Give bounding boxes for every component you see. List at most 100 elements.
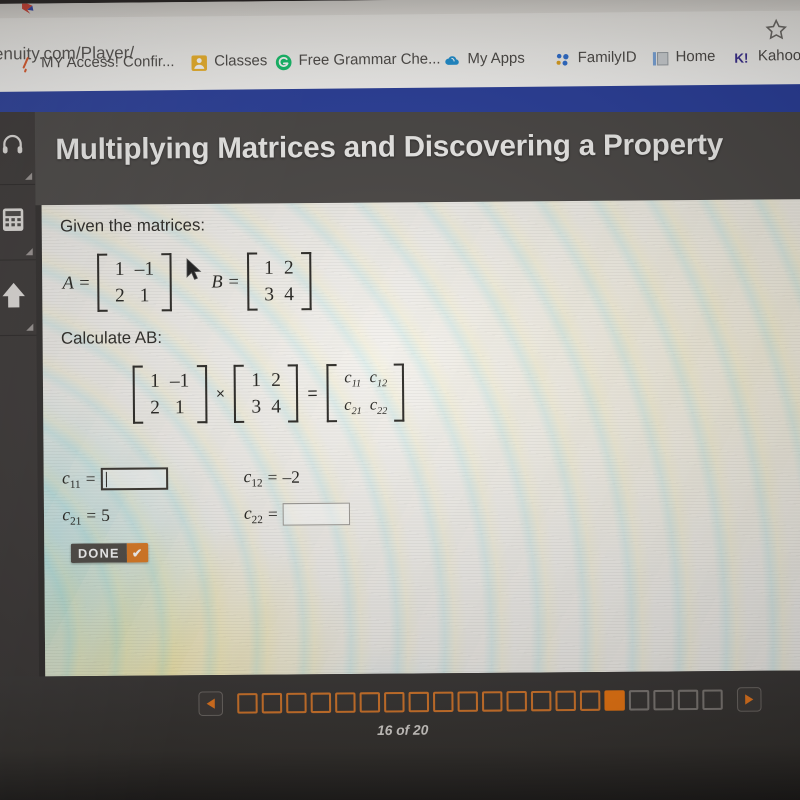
bookmarks-bar: gin MY Access! Confir... Classes Free Gr…: [0, 41, 800, 84]
next-page-button[interactable]: [736, 687, 762, 712]
eq-left-cell-22: 1: [174, 396, 185, 418]
browser-chrome: genuity.com/Player/ gin MY Access! Confi…: [0, 0, 800, 99]
bookmark-item-classes[interactable]: Classes: [190, 47, 267, 79]
eq-right-cell-22: 4: [271, 395, 282, 418]
svg-text:K!: K!: [734, 50, 748, 65]
answer-c12: c12 = –2: [243, 466, 300, 490]
page-dot-14[interactable]: [555, 690, 576, 712]
done-button[interactable]: DONE ✔: [70, 542, 149, 563]
page-dot-4[interactable]: [310, 692, 332, 714]
prev-page-button[interactable]: [198, 691, 224, 717]
matrix-b-cell-12: 2: [283, 257, 294, 279]
bracket-right: [161, 253, 172, 312]
answer-c21: c21 = 5: [62, 505, 110, 528]
tool-rail: [0, 112, 40, 681]
matrix-a-cell-21: 2: [114, 284, 125, 307]
calculate-label: Calculate AB:: [60, 328, 163, 348]
page-dot-12[interactable]: [506, 690, 527, 712]
matrix-a-cell-22: 1: [139, 284, 150, 306]
page-dot-16[interactable]: [604, 690, 625, 711]
equals-symbol: =: [307, 383, 318, 403]
page-dot-6[interactable]: [359, 692, 381, 713]
bracket-left: [246, 252, 258, 311]
page-dot-15[interactable]: [579, 690, 601, 711]
bracket-right: [196, 365, 207, 424]
tab-favicon: [19, 0, 36, 16]
bookmark-label: Classes: [214, 53, 268, 71]
page-dot-1[interactable]: [237, 693, 258, 714]
rail-item-headphones[interactable]: [0, 112, 36, 186]
lesson-canvas: Given the matrices: A = 1 –1 2 1 B = 1 2…: [41, 199, 800, 677]
page-dot-10[interactable]: [457, 691, 479, 712]
check-icon: ✔: [126, 542, 149, 563]
eq-left-cell-21: 2: [150, 396, 161, 419]
answer-c21-equals: =: [86, 505, 97, 526]
bookmark-label: My Apps: [467, 50, 525, 68]
eq-right-cell-12: 2: [271, 369, 281, 392]
page-dot-11[interactable]: [481, 691, 503, 712]
page-dot-3[interactable]: [286, 692, 307, 714]
bookmark-item-my-access[interactable]: MY Access! Confir...: [17, 47, 175, 79]
pagination-bar: 16 of 20: [0, 670, 800, 800]
page-dot-8[interactable]: [408, 691, 430, 713]
page-dots: [237, 689, 723, 714]
page-dot-2[interactable]: [261, 692, 283, 714]
headphones-icon: [0, 132, 25, 162]
page-dot-17[interactable]: [628, 690, 650, 711]
bookmark-label: Home: [675, 48, 716, 66]
page-dot-13[interactable]: [530, 690, 552, 712]
answer-c11: c11 =: [62, 467, 168, 491]
bookmark-star-icon[interactable]: [763, 17, 790, 44]
rail-item-up-arrow[interactable]: [0, 260, 37, 337]
page-dot-20[interactable]: [702, 689, 723, 711]
pagination-controls: [198, 687, 762, 717]
product-equation: 1 –1 2 1 × 1 2 3 4 = c11 c12 c21 c22: [132, 363, 405, 424]
kahoot-icon: K!: [734, 49, 752, 67]
bookmark-item-my-apps[interactable]: My Apps: [444, 44, 525, 76]
answer-c11-label: c11: [61, 468, 81, 491]
bookmark-label: MY Access! Confir...: [41, 53, 175, 72]
answer-c21-value: 5: [101, 505, 111, 526]
answer-c21-label: c21: [62, 504, 82, 528]
eq-left-cell-11: 1: [149, 370, 160, 393]
bracket-right: [300, 252, 312, 311]
page-dot-18[interactable]: [653, 689, 674, 711]
answer-c22: c22 =: [244, 502, 351, 527]
eq-right-cell-21: 3: [251, 395, 262, 418]
mouse-cursor: [186, 258, 203, 287]
edgenuity-player: Multiplying Matrices and Discovering a P…: [0, 112, 800, 800]
my-apps-cloud-icon: [444, 51, 462, 69]
bookmark-item-kahoot[interactable]: K! Kahoo: [734, 41, 800, 73]
bookmark-label: Free Grammar Che...: [298, 51, 441, 70]
classes-icon: [190, 54, 208, 72]
given-label: Given the matrices:: [60, 216, 206, 236]
answer-c22-equals: =: [267, 504, 278, 524]
done-button-label: DONE: [70, 543, 127, 563]
c22-input[interactable]: [282, 502, 351, 526]
bookmark-item-familyid[interactable]: FamilyID: [554, 43, 637, 75]
bracket-left: [326, 364, 338, 423]
page-dot-19[interactable]: [677, 689, 699, 711]
page-counter-label: 16 of 20: [376, 722, 429, 739]
bracket-left: [233, 364, 245, 424]
page-dot-9[interactable]: [432, 691, 454, 713]
eq-left-cell-12: –1: [169, 370, 190, 392]
answer-c12-label: c12: [243, 466, 263, 490]
eq-result-cell-11: c11: [344, 369, 362, 390]
calculator-icon: [2, 207, 25, 237]
multiply-symbol: ×: [215, 385, 225, 403]
bookmark-item-home[interactable]: Home: [652, 42, 716, 74]
page-dot-5[interactable]: [335, 692, 356, 713]
bracket-left: [132, 365, 144, 424]
bracket-right: [394, 363, 405, 422]
rail-item-calculator[interactable]: [0, 184, 36, 261]
page-dot-7[interactable]: [384, 691, 405, 713]
familyid-icon: [554, 50, 572, 68]
matrix-a: A = 1 –1 2 1: [62, 253, 172, 312]
bookmark-item-grammarly[interactable]: Free Grammar Che...: [275, 45, 441, 77]
c11-input[interactable]: [100, 467, 168, 491]
page-title: Multiplying Matrices and Discovering a P…: [55, 128, 724, 167]
matrix-a-label: A =: [62, 272, 91, 293]
bookmark-label: Kahoo: [757, 47, 800, 65]
answer-c12-value: –2: [282, 467, 300, 488]
